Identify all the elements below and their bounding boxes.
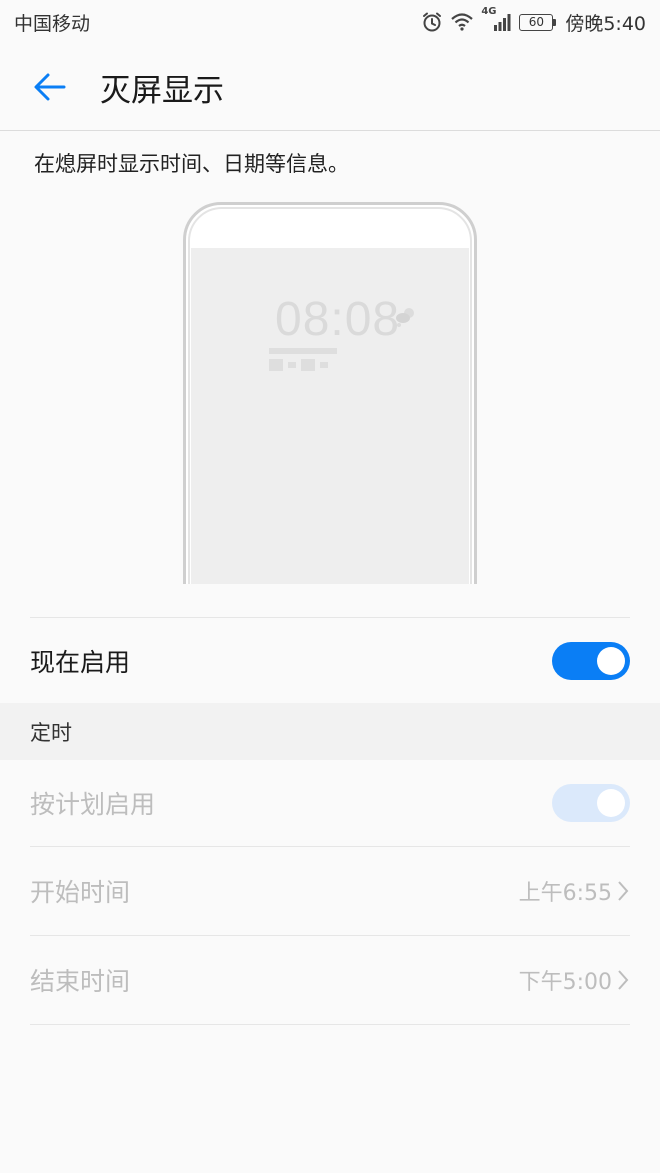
scheduled-enable-label: 按计划启用 — [30, 790, 156, 819]
preview-screen: 08:08 — [191, 248, 469, 584]
status-bar: 中国移动 4G 60 傍晚5:40 — [0, 0, 660, 44]
enable-now-toggle[interactable] — [552, 641, 630, 680]
wifi-icon — [451, 13, 474, 31]
back-button[interactable] — [0, 44, 100, 131]
start-time-row[interactable]: 开始时间 上午6:55 — [30, 847, 630, 935]
feature-description: 在熄屏时显示时间、日期等信息。 — [34, 152, 349, 176]
chevron-right-icon — [618, 881, 629, 901]
arrow-left-icon — [34, 73, 66, 101]
divider — [30, 1024, 630, 1025]
enable-now-label: 现在启用 — [30, 647, 131, 677]
end-time-value: 下午5:00 — [518, 970, 612, 995]
preview-clock: 08:08 — [275, 293, 401, 346]
schedule-section-header: 定时 — [0, 703, 660, 760]
carrier-label: 中国移动 — [14, 12, 91, 35]
start-time-label: 开始时间 — [30, 878, 131, 907]
start-time-value: 上午6:55 — [518, 881, 612, 906]
status-icons: 4G 60 傍晚5:40 — [421, 6, 646, 36]
start-time-value-wrap[interactable]: 上午6:55 — [519, 875, 630, 907]
end-time-label: 结束时间 — [30, 967, 131, 996]
section-title: 定时 — [30, 720, 72, 745]
page-title: 灭屏显示 — [100, 72, 224, 109]
scheduled-enable-toggle[interactable] — [552, 784, 630, 822]
status-time: 傍晚5:40 — [565, 12, 646, 35]
chevron-right-icon — [618, 970, 629, 990]
end-time-value-wrap[interactable]: 下午5:00 — [519, 964, 630, 996]
end-time-row[interactable]: 结束时间 下午5:00 — [30, 936, 630, 1024]
network-type-label: 4G — [481, 6, 497, 17]
battery-icon: 60 — [519, 13, 557, 31]
signal-icon: 4G — [481, 6, 511, 32]
preview-date-bar — [269, 348, 337, 354]
alarm-icon — [421, 11, 443, 33]
enable-now-row[interactable]: 现在启用 — [30, 618, 630, 703]
preview-illustration: 08:08 — [183, 202, 477, 584]
battery-level: 60 — [528, 15, 544, 29]
app-bar: 灭屏显示 — [0, 44, 660, 131]
scheduled-enable-row[interactable]: 按计划启用 — [30, 760, 630, 846]
cloud-sun-icon — [394, 306, 418, 332]
